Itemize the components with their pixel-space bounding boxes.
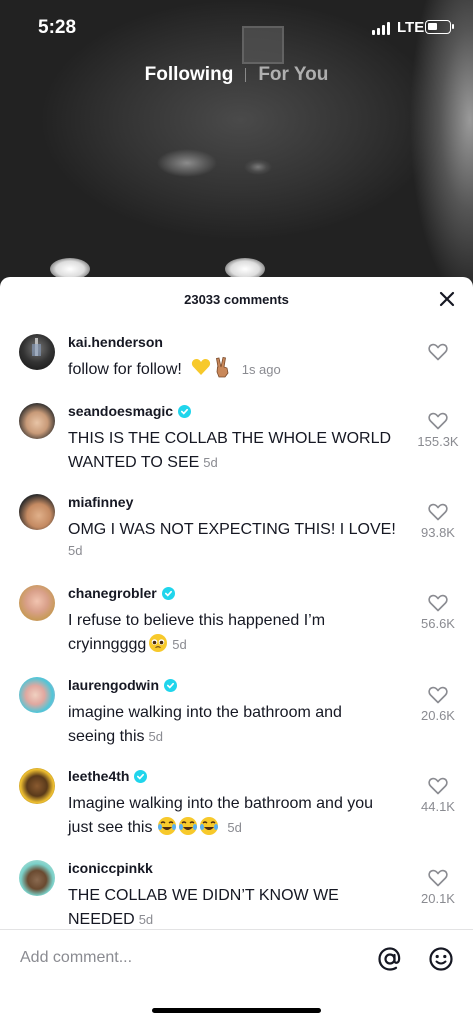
heart-outline-icon[interactable] [428, 594, 448, 612]
comment-text: OMG I WAS NOT EXPECTING THIS! I LOVE! [68, 521, 396, 538]
comment-username[interactable]: chanegrobler [68, 585, 175, 601]
comments-sheet: 23033 comments kai.henderson follow for … [0, 277, 473, 1023]
comments-count: 23033 comments [184, 291, 289, 307]
avatar[interactable] [19, 860, 55, 896]
comment-time: 1s ago [241, 362, 281, 377]
like-button[interactable]: 93.8K [415, 503, 461, 540]
like-button[interactable] [415, 343, 461, 365]
home-indicator [152, 1008, 321, 1013]
peace-hand-icon [216, 357, 229, 378]
like-button[interactable]: 20.1K [415, 869, 461, 906]
like-count: 20.6K [421, 708, 455, 723]
heart-outline-icon[interactable] [428, 777, 448, 795]
tab-divider [245, 68, 247, 82]
heart-outline-icon[interactable] [428, 869, 448, 887]
comment-username[interactable]: kai.henderson [68, 334, 163, 350]
comment-time: 5d [138, 912, 154, 927]
verified-badge-icon [161, 586, 175, 600]
add-comment-input[interactable] [20, 944, 340, 972]
avatar[interactable] [19, 403, 55, 439]
like-button[interactable]: 44.1K [415, 777, 461, 814]
verified-badge-icon [134, 769, 148, 783]
like-count: 20.1K [421, 891, 455, 906]
comment-time: 5d [148, 729, 163, 744]
comments-header: 23033 comments [0, 277, 473, 321]
laughing-face-icons [157, 817, 218, 835]
status-bar: 5:28 LTE [0, 0, 473, 60]
like-button[interactable]: 56.6K [415, 594, 461, 631]
like-count: 155.3K [417, 434, 459, 449]
heart-outline-icon[interactable] [428, 686, 448, 704]
avatar[interactable] [19, 494, 55, 530]
like-button[interactable]: 155.3K [415, 412, 461, 449]
tab-for-you[interactable]: For You [258, 64, 328, 86]
comment-time: 5d [227, 820, 242, 835]
comment-time: 5d [172, 637, 187, 652]
pleading-face-icon [149, 634, 168, 652]
network-label: LTE [397, 19, 425, 36]
mention-icon[interactable] [377, 946, 403, 972]
signal-icon [372, 21, 390, 35]
comment-text: Imagine walking into the bathroom and yo… [68, 795, 374, 836]
heart-outline-icon[interactable] [428, 412, 448, 430]
avatar[interactable] [19, 677, 55, 713]
comment-username[interactable]: laurengodwin [68, 677, 177, 693]
comment-text: follow for follow! 1s ago [68, 356, 398, 382]
comment-username[interactable]: iconiccpinkk [68, 860, 153, 876]
comment-username[interactable]: leethe4th [68, 768, 148, 784]
comment-username[interactable]: miafinney [68, 494, 133, 510]
feed-tabs: Following For You [0, 64, 473, 86]
comment-time: 5d [68, 543, 83, 558]
verified-badge-icon [178, 404, 192, 418]
like-count: 93.8K [421, 525, 455, 540]
avatar[interactable] [19, 334, 55, 370]
verified-badge-icon [164, 678, 177, 692]
comment-text: THIS IS THE COLLAB THE WHOLE WORLD WANTE… [68, 430, 392, 471]
heart-outline-icon[interactable] [428, 503, 448, 521]
close-icon[interactable] [437, 289, 457, 309]
like-button[interactable]: 20.6K [415, 686, 461, 723]
status-time: 5:28 [38, 17, 77, 38]
yellow-heart-icon [192, 359, 211, 375]
comment-text: THE COLLAB WE DIDN’T KNOW WE NEEDED 5d [68, 887, 339, 928]
comment-time: 5d [203, 455, 218, 470]
like-count: 44.1K [421, 799, 455, 814]
emoji-icon[interactable] [428, 946, 454, 972]
comment-text: I refuse to believe this happened I’m cr… [68, 612, 326, 653]
comment-username[interactable]: seandoesmagic [68, 403, 192, 419]
tab-following[interactable]: Following [145, 64, 234, 86]
avatar[interactable] [19, 768, 55, 804]
like-count: 56.6K [421, 616, 455, 631]
comment-input-bar [0, 929, 473, 985]
heart-outline-icon[interactable] [428, 343, 448, 361]
avatar[interactable] [19, 585, 55, 621]
comment-text: imagine walking into the bathroom and se… [68, 704, 342, 745]
battery-icon [425, 20, 454, 34]
